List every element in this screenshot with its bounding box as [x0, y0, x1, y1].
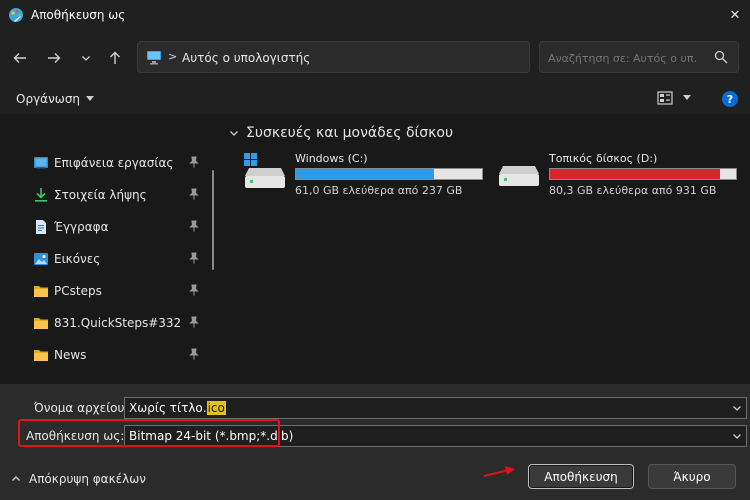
drive-item-d[interactable]: Τοπικός δίσκος (D:) 80,3 GB ελεύθερα από…	[497, 152, 737, 202]
sidebar-item-label: Επιφάνεια εργασίας	[54, 156, 174, 170]
help-button[interactable]: ?	[722, 91, 738, 107]
pin-icon	[188, 348, 200, 363]
folder-icon	[33, 315, 49, 331]
save-button[interactable]: Αποθήκευση	[528, 464, 634, 489]
drive-free-space: 80,3 GB ελεύθερα από 931 GB	[549, 184, 717, 197]
close-icon: ✕	[729, 7, 741, 23]
hide-folders-label: Απόκρυψη φακέλων	[29, 472, 146, 486]
sidebar-item-desktop[interactable]: Επιφάνεια εργασίας	[8, 149, 208, 177]
chevron-up-icon	[12, 476, 20, 481]
sidebar-scrollbar[interactable]	[212, 170, 214, 270]
forward-button[interactable]	[42, 46, 66, 70]
sidebar-item-pcsteps[interactable]: PCsteps	[8, 277, 208, 305]
address-bar[interactable]: > Αυτός ο υπολογιστής	[137, 41, 650, 73]
caret-down-icon	[86, 96, 95, 101]
sidebar-item-label: PCsteps	[54, 284, 102, 298]
chevron-down-icon	[230, 131, 238, 136]
arrow-up-icon	[110, 51, 120, 64]
breadcrumb-this-pc[interactable]: Αυτός ο υπολογιστής	[182, 51, 310, 65]
hard-drive-icon	[497, 152, 541, 193]
chevron-down-icon[interactable]	[732, 430, 742, 444]
paint-app-icon	[8, 7, 24, 23]
cancel-button[interactable]: Άκυρο	[648, 464, 736, 489]
pin-icon	[188, 284, 200, 299]
highlight-annotation	[18, 419, 280, 447]
drive-name: Τοπικός δίσκος (D:)	[549, 152, 658, 165]
sidebar-item-label: Στοιχεία λήψης	[54, 188, 147, 202]
drive-usage-bar	[549, 168, 737, 180]
pin-icon	[188, 156, 200, 171]
document-icon	[33, 219, 49, 235]
arrow-right-icon	[48, 53, 61, 63]
pictures-icon	[33, 251, 49, 267]
organize-button[interactable]: Οργάνωση	[16, 92, 95, 106]
title-bar: Αποθήκευση ως ✕	[0, 0, 750, 30]
drive-free-space: 61,0 GB ελεύθερα από 237 GB	[295, 184, 463, 197]
content-pane[interactable]: Συσκευές και μονάδες δίσκου Windows (C:)…	[221, 116, 750, 384]
chevron-down-icon	[82, 56, 90, 61]
system-drive-icon	[243, 152, 287, 193]
pin-icon	[188, 220, 200, 235]
up-button[interactable]	[103, 46, 127, 70]
navigation-bar: > Αυτός ο υπολογιστής	[0, 30, 750, 84]
caret-down-icon	[683, 95, 691, 100]
pin-icon	[188, 188, 200, 203]
arrow-annotation-icon	[483, 465, 517, 482]
filename-selected-text: ico	[206, 401, 226, 415]
view-options-icon	[657, 91, 673, 105]
sidebar-item-downloads[interactable]: Στοιχεία λήψης	[8, 181, 208, 209]
filename-prefix: Χωρίς τίτλο.	[129, 401, 207, 415]
close-button[interactable]: ✕	[720, 0, 750, 30]
sidebar-item-label: Έγγραφα	[54, 220, 109, 234]
folder-icon	[33, 347, 49, 363]
organize-label: Οργάνωση	[16, 92, 81, 106]
download-icon	[33, 187, 49, 203]
drive-usage-fill	[550, 169, 720, 179]
filename-input[interactable]: Χωρίς τίτλο.ico	[124, 397, 747, 419]
devices-group-header[interactable]: Συσκευές και μονάδες δίσκου	[229, 125, 453, 141]
sidebar-item-news[interactable]: News	[8, 341, 208, 369]
search-icon	[714, 50, 728, 67]
group-title: Συσκευές και μονάδες δίσκου	[246, 125, 454, 141]
command-bar: Οργάνωση ?	[0, 84, 750, 114]
search-input[interactable]	[548, 49, 698, 67]
pin-icon	[188, 252, 200, 267]
desktop-icon	[33, 155, 49, 171]
breadcrumb-separator: >	[168, 50, 178, 63]
sidebar-item-quicksteps[interactable]: 831.QuickSteps#332	[8, 309, 208, 337]
sidebar-item-label: News	[54, 348, 87, 362]
recent-locations-button[interactable]	[74, 46, 98, 70]
filename-value[interactable]: Χωρίς τίτλο.ico	[129, 401, 226, 415]
sidebar-item-label: Εικόνες	[54, 252, 101, 266]
change-view-button[interactable]	[657, 91, 691, 105]
sidebar-item-documents[interactable]: Έγγραφα	[8, 213, 208, 241]
drive-usage-bar	[295, 168, 483, 180]
drive-usage-fill	[296, 169, 435, 179]
hide-folders-button[interactable]: Απόκρυψη φακέλων	[11, 472, 146, 486]
back-button[interactable]	[8, 46, 32, 70]
folder-icon	[33, 283, 49, 299]
arrow-left-icon	[13, 53, 26, 63]
sidebar-item-label: 831.QuickSteps#332	[54, 316, 182, 330]
filename-label: Όνομα αρχείου:	[34, 401, 129, 415]
pin-icon	[188, 316, 200, 331]
navigation-pane[interactable]: Επιφάνεια εργασίας Στοιχεία λήψης Έγγραφ…	[8, 116, 216, 384]
window-title: Αποθήκευση ως	[31, 8, 126, 22]
drive-item-c[interactable]: Windows (C:) 61,0 GB ελεύθερα από 237 GB	[243, 152, 483, 202]
save-form: Όνομα αρχείου: Χωρίς τίτλο.ico Αποθήκευσ…	[0, 384, 750, 500]
search-box[interactable]	[539, 41, 739, 73]
computer-icon	[146, 50, 162, 68]
drive-name: Windows (C:)	[295, 152, 368, 165]
sidebar-item-pictures[interactable]: Εικόνες	[8, 245, 208, 273]
chevron-down-icon[interactable]	[732, 402, 742, 416]
